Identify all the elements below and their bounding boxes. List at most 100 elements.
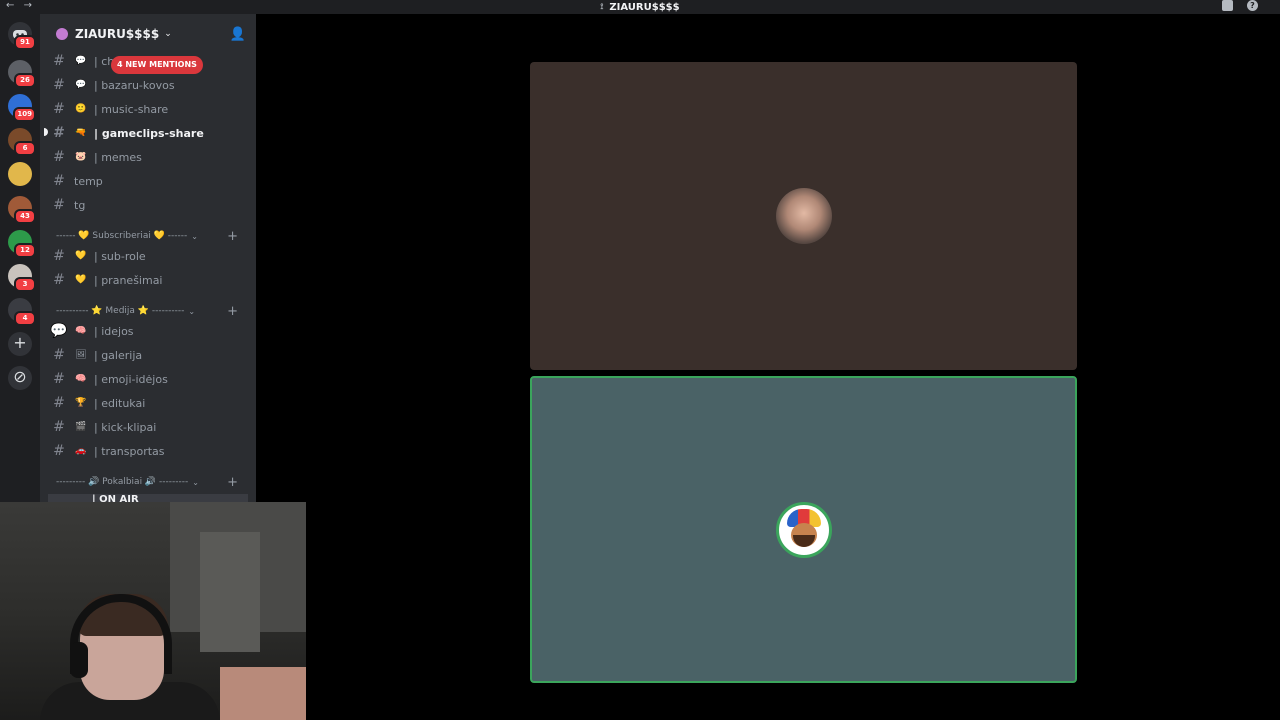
channel-label: | emoji-idėjos: [94, 372, 168, 386]
channel-label: temp: [74, 174, 103, 188]
server-icon[interactable]: [8, 162, 32, 186]
channel-label: | galerija: [94, 348, 143, 362]
channel-emoji: 💬: [75, 80, 87, 90]
unread-badge: 6: [14, 141, 36, 156]
channel-label: | music-share: [94, 102, 169, 116]
channel-item[interactable]: # temp: [48, 170, 248, 192]
category-label: ---------- ⭐ Medija ⭐ ----------: [56, 306, 185, 316]
category-label: ------ 💛 Subscriberiai 💛 ------: [56, 231, 188, 241]
server-name: ZIAURU$$$$: [75, 27, 160, 41]
channel-label: | pranešimai: [94, 273, 163, 287]
channel-item[interactable]: # 🙂 | music-share: [48, 98, 248, 120]
participant-avatar: [775, 188, 832, 244]
server-icon[interactable]: 26: [8, 60, 36, 88]
webcam-background-object: [220, 667, 306, 720]
back-arrow-icon[interactable]: ←: [6, 0, 14, 11]
channel-item[interactable]: # 💛 | sub-role: [48, 245, 248, 267]
explore-servers-icon[interactable]: ⊘: [8, 366, 32, 390]
channel-item[interactable]: # tg: [48, 194, 248, 216]
window-title: ⟟ ZIAURU$$$$: [600, 2, 679, 13]
voice-participant-tile[interactable]: [530, 62, 1077, 370]
server-icon[interactable]: 3: [8, 264, 36, 292]
server-icon[interactable]: 109: [8, 94, 36, 122]
channel-emoji: 🔫: [75, 128, 87, 138]
text-channel-icon: #: [53, 125, 65, 141]
unread-badge: 43: [14, 209, 36, 224]
text-channel-icon: #: [53, 149, 65, 165]
create-channel-icon[interactable]: +: [227, 475, 238, 490]
channel-label: | memes: [94, 150, 142, 164]
category-subscribers[interactable]: ------ 💛 Subscriberiai 💛 ------ ⌄ +: [56, 228, 248, 244]
channel-emoji: 💛: [75, 251, 87, 261]
server-icon[interactable]: 6: [8, 128, 36, 156]
channel-emoji: 🚗: [75, 446, 87, 456]
chevron-down-icon: ⌄: [192, 477, 199, 487]
new-mentions-pill[interactable]: 4 NEW MENTIONS: [111, 56, 203, 74]
text-channel-icon: #: [53, 371, 65, 387]
channel-emoji: 🙂: [75, 104, 87, 114]
forward-arrow-icon[interactable]: →: [24, 0, 32, 11]
channel-label: | editukai: [94, 396, 146, 410]
channel-label: | gameclips-share: [94, 126, 204, 140]
text-channel-icon: #: [53, 395, 65, 411]
text-channel-icon: #: [53, 53, 65, 69]
channel-item[interactable]: # 🧠 | emoji-idėjos: [48, 368, 248, 390]
server-icon[interactable]: 43: [8, 196, 36, 224]
server-header[interactable]: ZIAURU$$$$ ⌄ 👤: [40, 14, 256, 54]
channel-item[interactable]: # 💛 | pranešimai: [48, 269, 248, 291]
forum-channel-icon: 💬: [50, 323, 68, 339]
unread-badge: 26: [14, 73, 36, 88]
channel-item[interactable]: # 🖼 | galerija: [48, 344, 248, 366]
channel-emoji: 🧠: [75, 326, 87, 336]
webcam-background-door: [200, 532, 260, 652]
channel-label: tg: [74, 198, 86, 212]
unread-badge: 109: [13, 107, 36, 122]
text-channel-icon: #: [53, 347, 65, 363]
unread-badge: 4: [14, 311, 36, 326]
channel-item[interactable]: 💬 🧠 | idejos: [48, 320, 248, 342]
category-voice[interactable]: --------- 🔊 Pokalbiai 🔊 --------- ⌄ +: [56, 474, 248, 490]
chevron-down-icon: ⌄: [191, 231, 198, 241]
chevron-down-icon: ⌄: [164, 29, 172, 39]
add-server-icon[interactable]: +: [8, 332, 32, 356]
channel-emoji: 🏆: [75, 398, 87, 408]
channel-emoji: 💬: [75, 56, 87, 66]
text-channel-icon: #: [53, 197, 65, 213]
channel-item[interactable]: # 🎬 | kick-klipai: [48, 416, 248, 438]
create-channel-icon[interactable]: +: [227, 304, 238, 319]
inbox-icon[interactable]: [1222, 0, 1233, 11]
channel-label: | kick-klipai: [94, 420, 157, 434]
voice-participant-tile-speaking[interactable]: [530, 376, 1077, 683]
window-title-text: ZIAURU$$$$: [609, 1, 680, 13]
channel-item[interactable]: # 🚗 | transportas: [48, 440, 248, 462]
channel-item[interactable]: # 🐷 | memes: [48, 146, 248, 168]
channel-label: | sub-role: [94, 249, 146, 263]
channel-item[interactable]: # 🔫 | gameclips-share: [48, 122, 248, 144]
text-channel-icon: #: [53, 77, 65, 93]
channel-item[interactable]: # 🏆 | editukai: [48, 392, 248, 414]
server-icon[interactable]: 12: [8, 230, 36, 258]
text-channel-icon: #: [53, 101, 65, 117]
home-discord-icon[interactable]: 91: [8, 22, 36, 50]
text-channel-icon: #: [53, 173, 65, 189]
channel-sidebar: ZIAURU$$$$ ⌄ 👤 # 💬 | ch # 💬 | bazaru-kov…: [40, 14, 256, 504]
invite-people-icon[interactable]: 👤: [230, 27, 246, 42]
help-icon[interactable]: ?: [1247, 0, 1258, 11]
title-bar: ← → ⟟ ZIAURU$$$$ ?: [0, 0, 1280, 14]
category-media[interactable]: ---------- ⭐ Medija ⭐ ---------- ⌄ +: [56, 303, 248, 319]
text-channel-icon: #: [53, 272, 65, 288]
channel-emoji: 🐷: [75, 152, 87, 162]
channel-emoji: 🎬: [75, 422, 87, 432]
channel-item[interactable]: # 💬 | bazaru-kovos: [48, 74, 248, 96]
server-icon[interactable]: 4: [8, 298, 36, 326]
webcam-overlay: [0, 502, 306, 720]
server-boost-icon: [56, 28, 68, 40]
create-channel-icon[interactable]: +: [227, 229, 238, 244]
text-channel-icon: #: [53, 248, 65, 264]
text-channel-icon: #: [53, 443, 65, 459]
server-title-icon: ⟟: [600, 2, 604, 11]
unread-badge: 91: [14, 35, 36, 50]
channel-label: | idejos: [94, 324, 134, 338]
unread-badge: 12: [14, 243, 36, 258]
participant-avatar: [775, 501, 832, 558]
